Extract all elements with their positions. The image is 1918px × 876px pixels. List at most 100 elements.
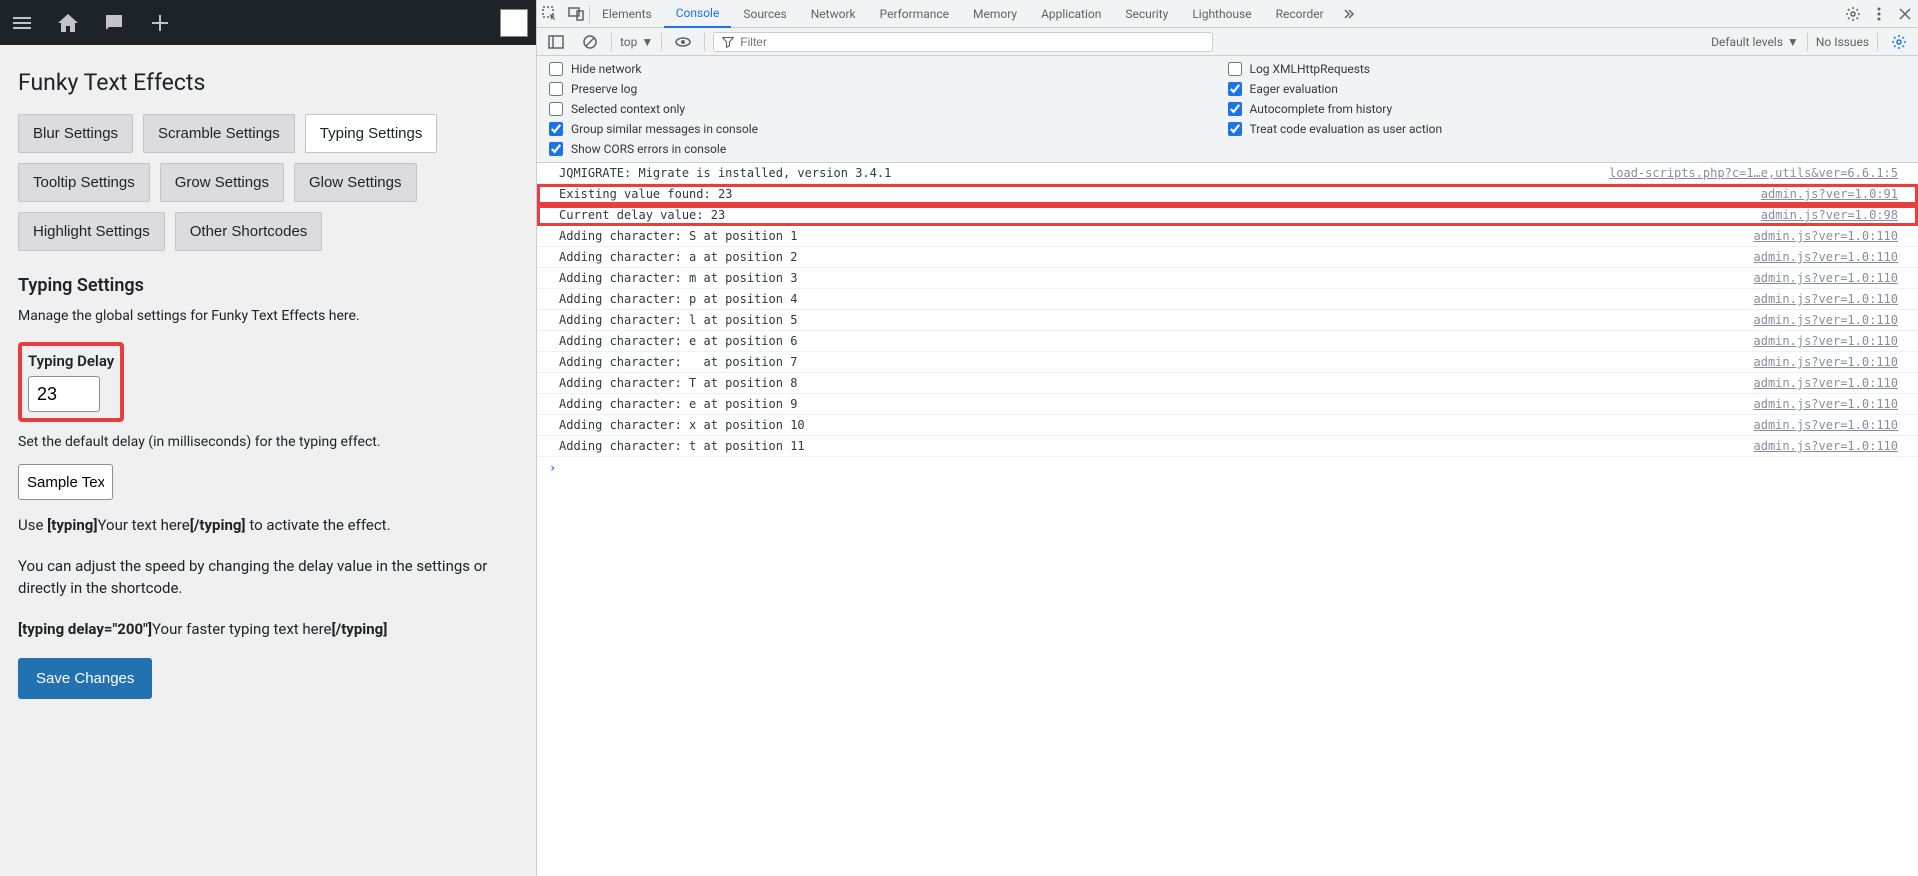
setting-show-cors-errors-in-console[interactable]: Show CORS errors in console [549,142,1228,156]
section-description: Manage the global settings for Funky Tex… [18,308,518,324]
log-message: Adding character: e at position 9 [559,397,1754,411]
log-source-link[interactable]: admin.js?ver=1.0:110 [1754,334,1899,348]
home-icon[interactable] [54,9,82,37]
devtools-tab-network[interactable]: Network [799,0,868,28]
log-source-link[interactable]: admin.js?ver=1.0:91 [1761,187,1898,201]
devtools-tab-elements[interactable]: Elements [590,0,664,28]
checkbox[interactable] [549,82,563,96]
log-row: Adding character: m at position 3admin.j… [537,268,1918,289]
settings-icon[interactable] [1840,1,1866,27]
checkbox[interactable] [1228,62,1242,76]
tabs-row-1: Blur Settings Scramble Settings Typing Set… [18,114,518,153]
checkbox[interactable] [1228,102,1242,116]
console-log-area[interactable]: JQMIGRATE: Migrate is installed, version… [537,163,1918,876]
wp-content-area: Funky Text Effects Blur Settings Scramble… [0,45,536,709]
avatar[interactable] [500,9,528,37]
log-message: Adding character: a at position 2 [559,250,1754,264]
devtools-tab-performance[interactable]: Performance [868,0,961,28]
console-prompt[interactable]: › [537,457,1918,479]
usage-line-2: You can adjust the speed by changing the… [18,555,518,600]
sample-text-input[interactable] [18,464,113,500]
setting-treat-code-evaluation-as-user-action[interactable]: Treat code evaluation as user action [1228,122,1907,136]
log-levels-selector[interactable]: Default levels ▼ [1711,35,1799,49]
checkbox[interactable] [549,102,563,116]
kebab-icon[interactable] [1866,1,1892,27]
checkbox[interactable] [1228,82,1242,96]
log-message: Adding character: m at position 3 [559,271,1754,285]
log-message: JQMIGRATE: Migrate is installed, version… [559,166,1609,180]
tab-tooltip-settings[interactable]: Tooltip Settings [18,163,150,202]
devtools-tab-security[interactable]: Security [1113,0,1180,28]
live-expression-icon[interactable] [670,29,696,55]
typing-delay-label: Typing Delay [28,352,114,370]
log-source-link[interactable]: admin.js?ver=1.0:110 [1754,418,1899,432]
issues-counter[interactable]: No Issues [1816,35,1869,49]
devtools-tab-sources[interactable]: Sources [731,0,798,28]
save-button[interactable]: Save Changes [18,658,152,699]
filter-input[interactable] [740,35,1204,49]
section-title: Typing Settings [18,275,518,296]
sidebar-toggle-icon[interactable] [543,29,569,55]
devtools-tab-lighthouse[interactable]: Lighthouse [1180,0,1263,28]
setting-autocomplete-from-history[interactable]: Autocomplete from history [1228,102,1907,116]
menu-icon[interactable] [8,9,36,37]
devtools-tab-memory[interactable]: Memory [961,0,1029,28]
setting-group-similar-messages-in-console[interactable]: Group similar messages in console [549,122,1228,136]
tab-other-shortcodes[interactable]: Other Shortcodes [175,212,323,251]
tab-glow-settings[interactable]: Glow Settings [294,163,417,202]
device-toggle-icon[interactable] [563,1,589,27]
filter-icon [722,36,734,48]
tab-scramble-settings[interactable]: Scramble Settings [143,114,295,153]
checkbox[interactable] [1228,122,1242,136]
page-title: Funky Text Effects [18,69,518,96]
inspect-icon[interactable] [537,1,563,27]
log-message: Existing value found: 23 [559,187,1761,201]
typing-delay-input[interactable] [28,376,100,412]
tab-typing-settings[interactable]: Typing Settings [305,114,438,153]
clear-console-icon[interactable] [577,29,603,55]
devtools-tab-recorder[interactable]: Recorder [1264,0,1336,28]
console-settings-icon[interactable] [1886,29,1912,55]
log-row: Adding character: e at position 6admin.j… [537,331,1918,352]
log-row: Adding character: p at position 4admin.j… [537,289,1918,310]
log-source-link[interactable]: admin.js?ver=1.0:110 [1754,313,1899,327]
wp-admin-topbar [0,0,536,45]
checkbox[interactable] [549,122,563,136]
log-source-link[interactable]: admin.js?ver=1.0:110 [1754,271,1899,285]
log-source-link[interactable]: admin.js?ver=1.0:110 [1754,250,1899,264]
log-message: Adding character: t at position 11 [559,439,1754,453]
log-source-link[interactable]: admin.js?ver=1.0:110 [1754,397,1899,411]
log-source-link[interactable]: admin.js?ver=1.0:110 [1754,376,1899,390]
chevron-right-icon: › [549,461,556,475]
setting-log-xmlhttprequests[interactable]: Log XMLHttpRequests [1228,62,1907,76]
checkbox[interactable] [549,62,563,76]
log-source-link[interactable]: admin.js?ver=1.0:110 [1754,355,1899,369]
log-source-link[interactable]: load-scripts.php?c=1…e,utils&ver=6.6.1:5 [1609,166,1898,180]
more-tabs-icon[interactable] [1336,1,1362,27]
log-message: Adding character: at position 7 [559,355,1754,369]
tab-grow-settings[interactable]: Grow Settings [160,163,284,202]
setting-preserve-log[interactable]: Preserve log [549,82,1228,96]
log-row: Adding character: a at position 2admin.j… [537,247,1918,268]
plus-icon[interactable] [146,9,174,37]
devtools-tab-application[interactable]: Application [1029,0,1113,28]
log-source-link[interactable]: admin.js?ver=1.0:98 [1761,208,1898,222]
devtools-tab-console[interactable]: Console [664,0,732,28]
comment-icon[interactable] [100,9,128,37]
tab-blur-settings[interactable]: Blur Settings [18,114,133,153]
log-source-link[interactable]: admin.js?ver=1.0:110 [1754,292,1899,306]
log-source-link[interactable]: admin.js?ver=1.0:110 [1754,229,1899,243]
tab-highlight-settings[interactable]: Highlight Settings [18,212,165,251]
log-row: Current delay value: 23admin.js?ver=1.0:… [537,205,1918,226]
checkbox[interactable] [549,142,563,156]
log-row: Adding character: T at position 8admin.j… [537,373,1918,394]
setting-selected-context-only[interactable]: Selected context only [549,102,1228,116]
close-icon[interactable] [1892,1,1918,27]
log-message: Adding character: l at position 5 [559,313,1754,327]
setting-hide-network[interactable]: Hide network [549,62,1228,76]
settings-column-2: Log XMLHttpRequests Eager evaluation Autoc… [1228,62,1907,156]
tabs-row-3: Highlight Settings Other Shortcodes [18,212,518,251]
log-source-link[interactable]: admin.js?ver=1.0:110 [1754,439,1899,453]
context-selector[interactable]: top ▼ [620,35,653,49]
setting-eager-evaluation[interactable]: Eager evaluation [1228,82,1907,96]
